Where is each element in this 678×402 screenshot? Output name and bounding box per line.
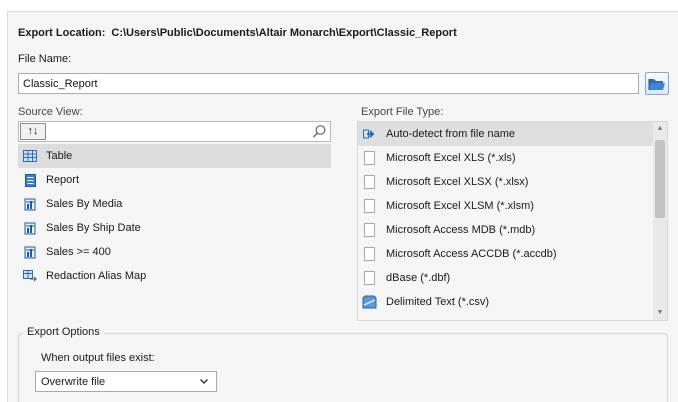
source-view-item-sales-400[interactable]: Sales >= 400 — [18, 240, 331, 264]
source-view-item-redaction-alias-map[interactable]: Redaction Alias Map — [18, 264, 331, 288]
source-view-toolbar: ↑↓ — [18, 121, 331, 142]
document-icon — [362, 270, 377, 286]
scroll-thumb[interactable] — [655, 140, 665, 218]
file-type-item-label: Microsoft Excel XLSX (*.xlsx) — [386, 176, 529, 188]
file-type-item-mdb[interactable]: Microsoft Access MDB (*.mdb) — [358, 218, 654, 242]
report-icon — [23, 173, 37, 187]
file-type-item-xls[interactable]: Microsoft Excel XLS (*.xls) — [358, 146, 654, 170]
export-file-type-list: Auto-detect from file name Microsoft Exc… — [357, 121, 668, 321]
source-view-search-input[interactable] — [49, 123, 309, 140]
open-folder-icon — [648, 78, 665, 90]
table-icon — [23, 149, 37, 163]
source-view-list: Table Report Sales By Media Sales By Shi… — [18, 144, 331, 314]
file-type-item-label: Microsoft Access ACCDB (*.accdb) — [386, 248, 557, 260]
source-view-item-label: Sales By Media — [46, 198, 123, 210]
source-view-item-sales-by-media[interactable]: Sales By Media — [18, 192, 331, 216]
when-exists-select[interactable]: Overwrite file — [35, 371, 217, 392]
file-type-item-label: Microsoft Excel XLS (*.xls) — [386, 152, 516, 164]
when-exists-value: Overwrite file — [41, 375, 106, 388]
export-file-type-label: Export File Type: — [361, 106, 444, 118]
file-type-item-xlsm[interactable]: Microsoft Excel XLSM (*.xlsm) — [358, 194, 654, 218]
browse-folder-button[interactable] — [645, 72, 669, 95]
document-icon — [362, 246, 377, 262]
file-type-item-xlsx[interactable]: Microsoft Excel XLSX (*.xlsx) — [358, 170, 654, 194]
document-icon — [362, 222, 377, 238]
source-view-item-label: Report — [46, 174, 80, 186]
source-view-item-sales-by-ship-date[interactable]: Sales By Ship Date — [18, 216, 331, 240]
export-location-path: C:\Users\Public\Documents\Altair Monarch… — [111, 27, 457, 39]
chevron-down-icon — [200, 379, 208, 384]
summary-icon — [23, 197, 37, 211]
source-view-item-label: Sales By Ship Date — [46, 222, 141, 234]
alias-map-icon — [23, 269, 37, 283]
file-type-item-label: Microsoft Excel XLSM (*.xlsm) — [386, 200, 534, 212]
file-type-item-csv[interactable]: Delimited Text (*.csv) — [358, 290, 654, 314]
file-type-item-label: Delimited Text (*.csv) — [386, 296, 490, 308]
export-location-label: Export Location: — [18, 27, 106, 39]
document-icon — [362, 198, 377, 214]
summary-icon — [23, 245, 37, 259]
scroll-up-arrow-icon[interactable]: ▲ — [653, 122, 667, 136]
search-icon[interactable] — [312, 124, 327, 139]
file-type-item-dbf[interactable]: dBase (*.dbf) — [358, 266, 654, 290]
scroll-down-arrow-icon[interactable]: ▼ — [653, 306, 667, 320]
source-view-item-label: Redaction Alias Map — [46, 270, 147, 282]
source-view-item-label: Table — [46, 150, 73, 162]
export-options-legend: Export Options — [23, 326, 104, 338]
file-name-input[interactable] — [18, 73, 639, 94]
auto-detect-icon — [362, 126, 377, 142]
source-view-label: Source View: — [18, 106, 83, 118]
file-type-item-label: Microsoft Access MDB (*.mdb) — [386, 224, 536, 236]
file-type-item-auto-detect[interactable]: Auto-detect from file name — [358, 122, 654, 146]
export-location: Export Location: C:\Users\Public\Document… — [18, 27, 457, 39]
when-exists-label: When output files exist: — [41, 352, 155, 364]
source-view-item-report[interactable]: Report — [18, 168, 331, 192]
file-type-scrollbar[interactable]: ▲ ▼ — [653, 122, 667, 320]
source-view-item-label: Sales >= 400 — [46, 246, 111, 258]
sort-button[interactable]: ↑↓ — [20, 123, 46, 140]
file-name-label: File Name: — [18, 53, 72, 65]
source-view-item-table[interactable]: Table — [18, 144, 331, 168]
file-type-item-label: dBase (*.dbf) — [386, 272, 451, 284]
document-icon — [362, 150, 377, 166]
document-icon — [362, 174, 377, 190]
summary-icon — [23, 221, 37, 235]
delimited-text-icon — [362, 294, 377, 310]
file-type-item-label: Auto-detect from file name — [386, 128, 516, 140]
file-type-item-accdb[interactable]: Microsoft Access ACCDB (*.accdb) — [358, 242, 654, 266]
